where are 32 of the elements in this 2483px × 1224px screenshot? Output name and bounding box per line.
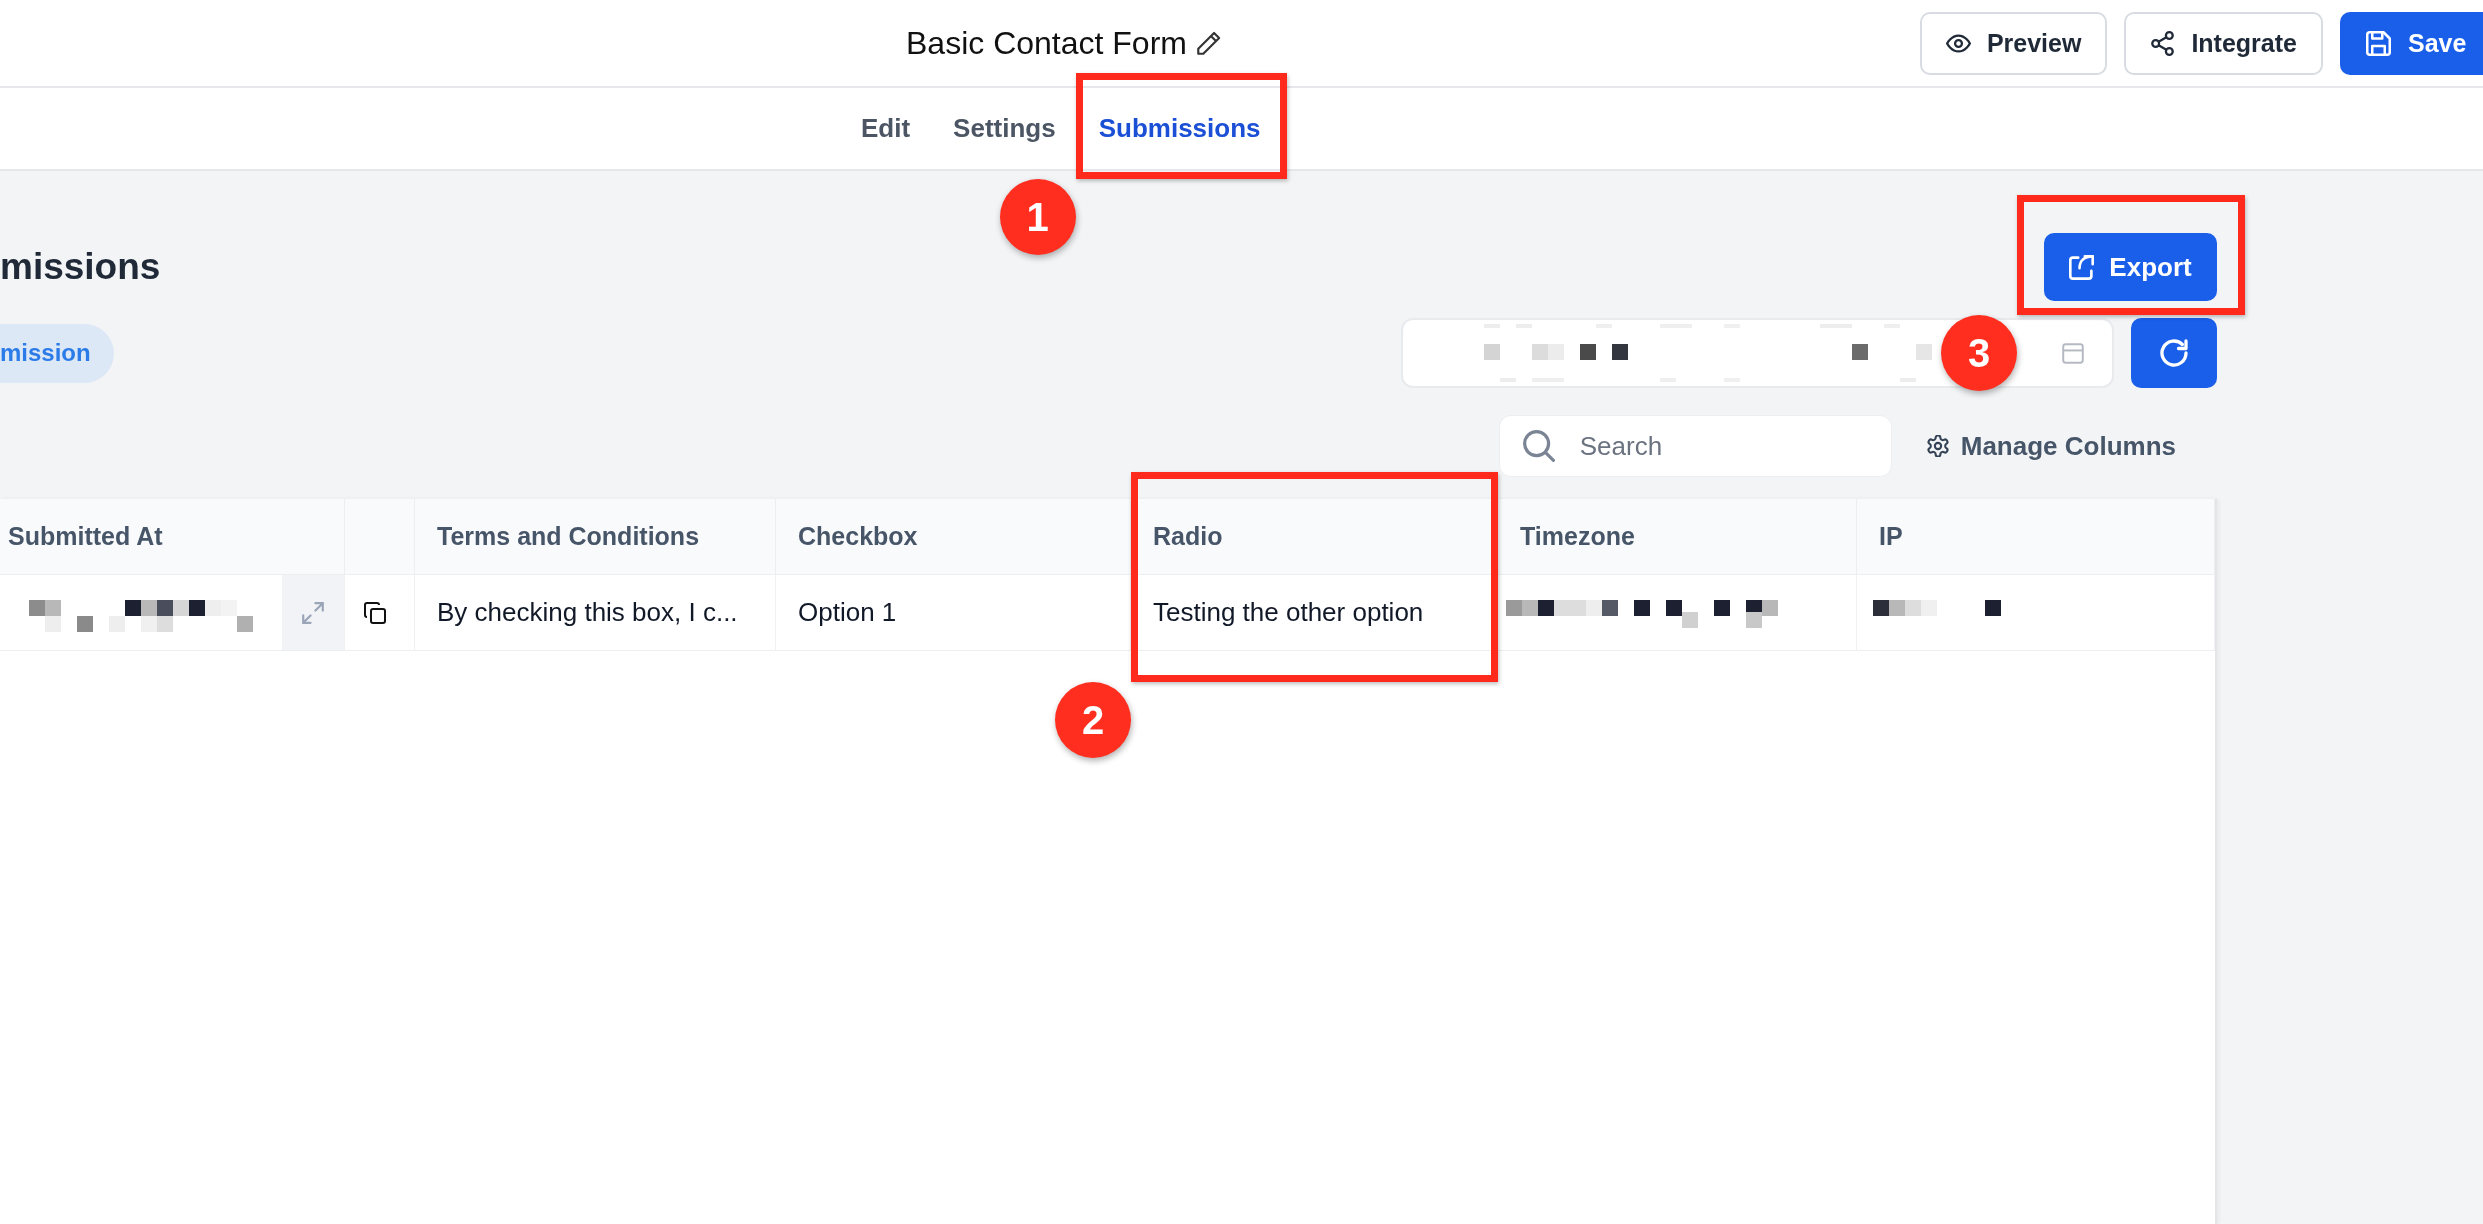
column-header: Terms and Conditions xyxy=(415,499,776,575)
preview-button[interactable]: Preview xyxy=(1919,11,2108,75)
pencil-icon[interactable] xyxy=(1196,31,1221,55)
column-header: Timezone xyxy=(1498,499,1857,575)
tab[interactable]: Submissions xyxy=(1098,88,1261,169)
date-range-field[interactable] xyxy=(1401,318,2114,388)
form-title: Basic Contact Form xyxy=(906,24,1187,62)
gear-icon xyxy=(1926,435,1949,457)
column-header: Checkbox xyxy=(776,499,1131,575)
table-cell: Option 1 xyxy=(776,575,1131,651)
tab[interactable]: Edit xyxy=(861,88,911,169)
search-field[interactable]: Search xyxy=(1498,415,1892,477)
column-header: IP xyxy=(1857,499,2215,575)
expand-icon xyxy=(302,601,324,624)
refresh-button[interactable] xyxy=(2131,318,2217,388)
tab[interactable]: Settings xyxy=(953,88,1056,169)
share-icon xyxy=(2150,30,2176,56)
step-marker: 1 xyxy=(999,179,1076,255)
search-icon xyxy=(1522,430,1555,462)
column-header: Submitted At xyxy=(0,499,345,575)
integrate-button[interactable]: Integrate xyxy=(2124,11,2323,75)
pill-tag: mission xyxy=(0,323,114,383)
step-marker: 2 xyxy=(1055,682,1131,758)
refresh-icon xyxy=(2159,338,2189,368)
save-button[interactable]: Save xyxy=(2340,11,2483,75)
copy-icon[interactable] xyxy=(364,601,386,624)
manage-columns-button[interactable]: Manage Columns xyxy=(1926,430,2176,462)
save-icon xyxy=(2366,30,2391,56)
export-button[interactable]: Export xyxy=(2044,233,2217,301)
export-icon xyxy=(2069,254,2095,280)
table-cell: By checking this box, I c... xyxy=(415,575,776,651)
page-heading: missions xyxy=(0,246,161,288)
